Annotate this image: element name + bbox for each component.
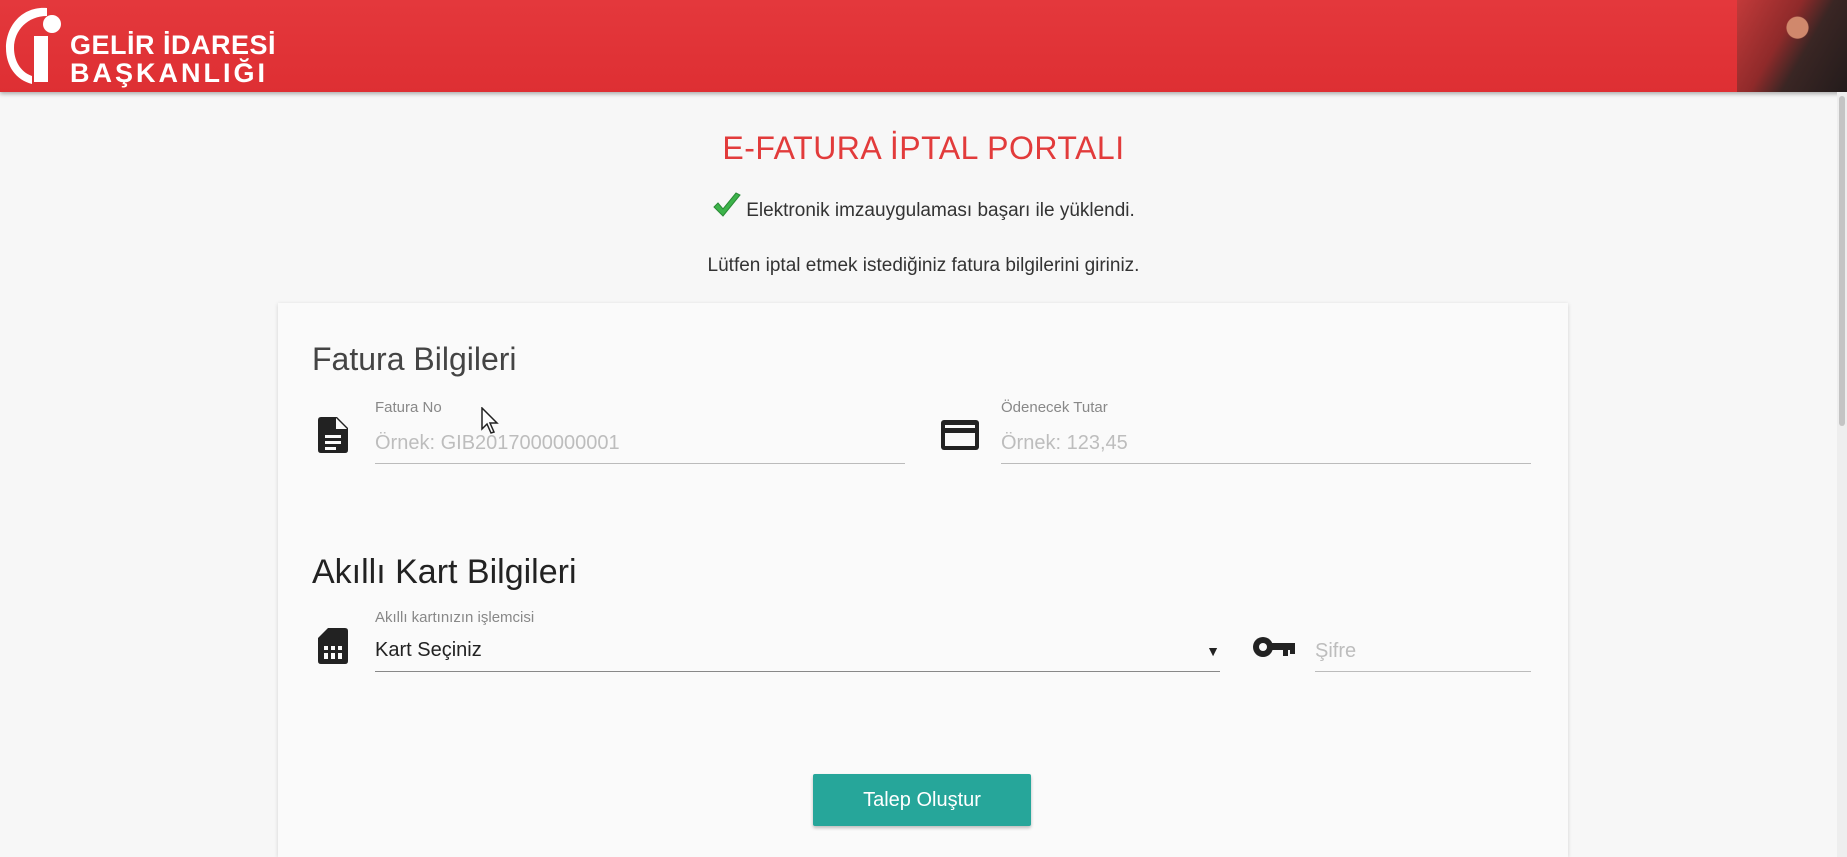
invoice-no-input[interactable]: [375, 423, 905, 464]
portrait-image: [1737, 0, 1847, 92]
card-reader-label: Akıllı kartınızın işlemcisi: [375, 609, 535, 626]
dropdown-arrow-icon: ▼: [1206, 643, 1220, 659]
amount-input[interactable]: [1001, 423, 1531, 464]
amount-label: Ödenecek Tutar: [1001, 399, 1108, 416]
password-input[interactable]: [1315, 631, 1531, 672]
logo-text-line2: BAŞKANLIĞI: [70, 58, 268, 88]
invoice-no-label: Fatura No: [375, 399, 442, 416]
sim-card-icon: [318, 628, 348, 669]
page-title: E-FATURA İPTAL PORTALI: [722, 130, 1125, 166]
status-message: Elektronik imzauygulaması başarı ile yük…: [0, 192, 1847, 226]
mouse-cursor-icon: [481, 406, 501, 440]
document-icon: [318, 417, 348, 458]
status-text: Elektronik imzauygulaması başarı ile yük…: [746, 200, 1135, 221]
card-reader-select[interactable]: Kart Seçiniz ▼: [375, 631, 1220, 672]
card-section-title: Akıllı Kart Bilgileri: [312, 553, 577, 591]
header-bar: GELİR İDARESİ BAŞKANLIĞI: [0, 0, 1847, 92]
form-card: Fatura Bilgileri Fatura No Ödenecek Tuta…: [278, 303, 1568, 857]
logo-text-line1: GELİR İDARESİ: [70, 30, 277, 60]
credit-card-icon: [941, 420, 979, 455]
invoice-section-title: Fatura Bilgileri: [312, 341, 517, 377]
card-reader-selected: Kart Seçiniz: [375, 639, 482, 661]
instruction-text: Lütfen iptal etmek istediğiniz fatura bi…: [707, 255, 1140, 276]
key-icon: [1253, 636, 1295, 663]
gib-logo[interactable]: GELİR İDARESİ BAŞKANLIĞI: [2, 2, 276, 88]
create-request-button[interactable]: Talep Oluştur: [813, 774, 1031, 826]
checkmark-icon: [712, 192, 742, 226]
gib-logo-icon: [6, 7, 61, 85]
